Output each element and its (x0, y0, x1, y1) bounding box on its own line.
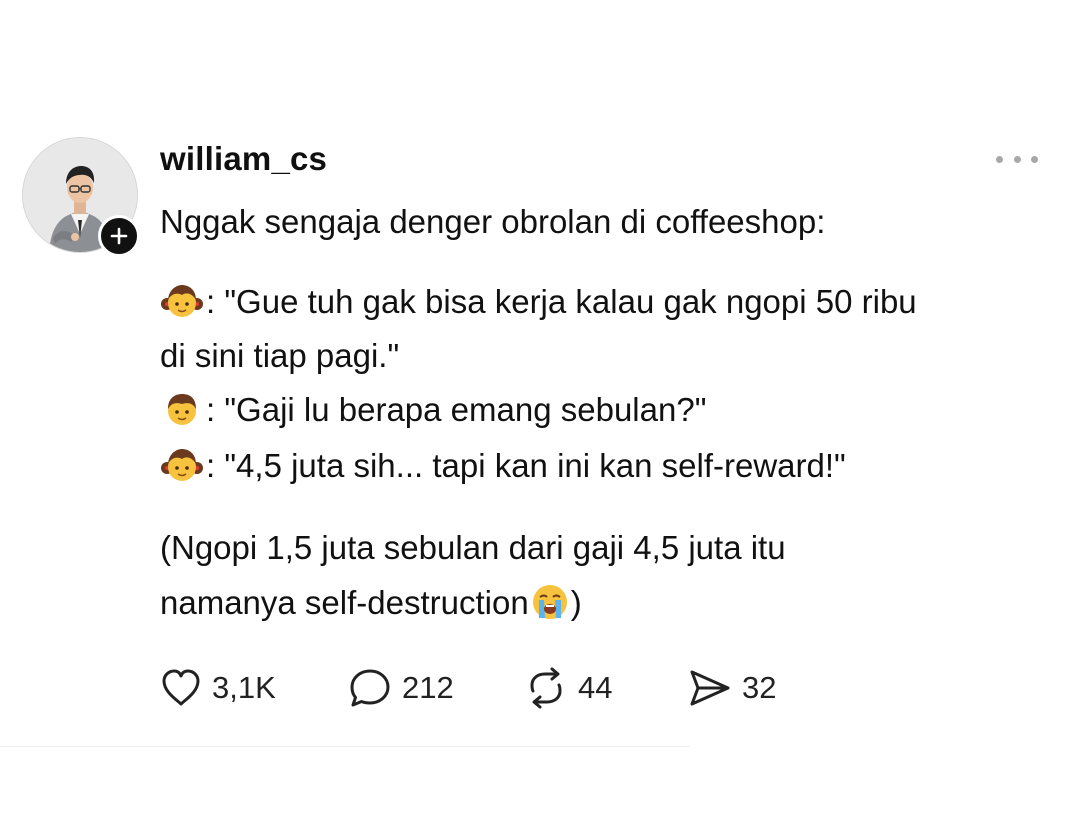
more-dot-icon (996, 155, 1003, 163)
post-text: Nggak sengaja denger obrolan di coffeesh… (160, 203, 826, 240)
comment-count: 212 (402, 670, 454, 705)
heart-icon (162, 669, 200, 706)
post-text: ) (570, 584, 582, 621)
post-text: (Ngopi 1,5 juta sebulan dari gaji 4,5 ju… (160, 529, 786, 566)
girl-emoji-icon (161, 285, 203, 317)
thread-post: william_cs Nggak sengaja denger obrolan … (0, 0, 1080, 816)
more-dot-icon (1013, 155, 1021, 163)
post-text-line: : "Gue tuh gak bisa kerja kalau gak ngop… (160, 282, 917, 322)
post-text-line: (Ngopi 1,5 juta sebulan dari gaji 4,5 ju… (160, 528, 786, 568)
more-options-button[interactable] (996, 146, 1038, 172)
comment-button[interactable]: 212 (348, 666, 454, 710)
follow-button[interactable] (98, 215, 140, 257)
share-count: 32 (742, 670, 777, 705)
share-button[interactable]: 32 (688, 666, 776, 710)
post-divider (0, 746, 690, 747)
post-text: namanya self-destruction (160, 584, 529, 621)
comment-icon (350, 669, 390, 707)
plus-icon (110, 227, 128, 245)
repost-icon (530, 667, 562, 709)
post-text-line: namanya self-destruction ) (160, 582, 582, 623)
more-dot-icon (1031, 155, 1038, 163)
repost-button[interactable]: 44 (524, 666, 612, 710)
post-text: : "4,5 juta sih... tapi kan ini kan self… (206, 447, 846, 484)
like-count: 3,1K (212, 670, 276, 705)
boy-emoji-icon (168, 394, 196, 425)
girl-emoji-icon (161, 449, 203, 481)
post-text-line: : "Gaji lu berapa emang sebulan?" (160, 390, 706, 430)
post-text: : "Gaji lu berapa emang sebulan?" (206, 391, 707, 428)
repost-count: 44 (578, 670, 613, 705)
post-text: : "Gue tuh gak bisa kerja kalau gak ngop… (206, 283, 917, 320)
loudly-crying-face-icon (532, 585, 567, 619)
post-text-line: di sini tiap pagi." (160, 336, 399, 376)
username[interactable]: william_cs (160, 140, 327, 178)
like-button[interactable]: 3,1K (160, 666, 276, 710)
post-text-line: Nggak sengaja denger obrolan di coffeesh… (160, 202, 825, 242)
post-text-line: : "4,5 juta sih... tapi kan ini kan self… (160, 446, 846, 486)
send-icon (690, 670, 730, 706)
post-text: di sini tiap pagi." (160, 337, 400, 374)
